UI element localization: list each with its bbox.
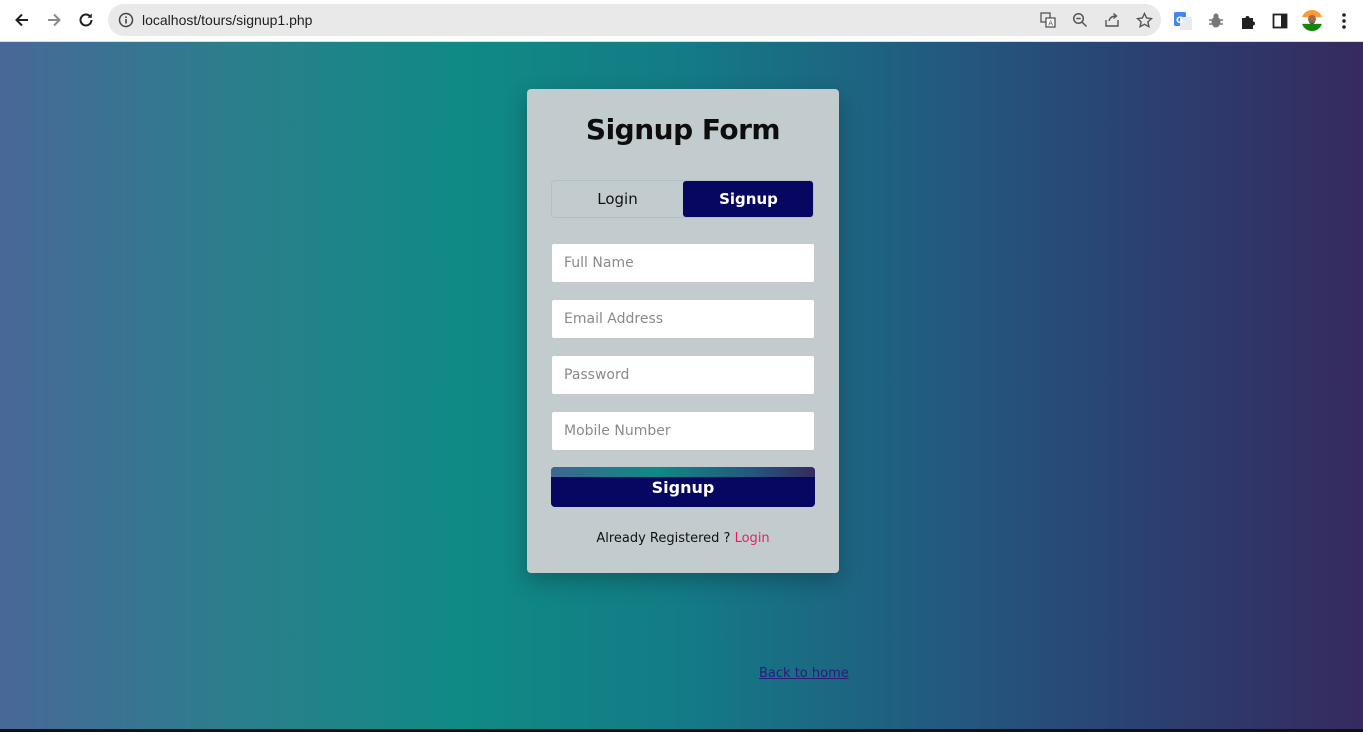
back-icon (15, 13, 28, 27)
extensions-icon[interactable] (1237, 10, 1259, 32)
share-icon[interactable] (1102, 10, 1122, 30)
bug-icon[interactable] (1205, 10, 1227, 32)
svg-text:G: G (1176, 16, 1183, 26)
svg-text:A: A (1048, 20, 1053, 28)
star-icon[interactable] (1134, 10, 1154, 30)
email-input[interactable] (551, 299, 815, 339)
form-title: Signup Form (585, 113, 781, 146)
side-panel-icon[interactable] (1269, 10, 1291, 32)
full-name-input[interactable] (551, 243, 815, 283)
back-to-home-link[interactable]: Back to home (759, 666, 849, 681)
signup-submit-button[interactable]: Signup (551, 467, 815, 507)
login-signup-toggle: Login Signup (551, 180, 814, 218)
url-text: localhost/tours/signup1.php (142, 12, 313, 28)
login-link[interactable]: Login (735, 531, 770, 546)
mobile-input[interactable] (551, 411, 815, 451)
forward-button[interactable] (39, 5, 69, 35)
avatar[interactable] (1301, 9, 1323, 31)
reload-icon (79, 13, 93, 27)
address-bar[interactable]: localhost/tours/signup1.php A (108, 4, 1161, 36)
tab-login[interactable]: Login (552, 181, 683, 217)
reload-button[interactable] (71, 5, 101, 35)
tab-signup[interactable]: Signup (683, 181, 813, 217)
translate-icon[interactable]: A (1038, 10, 1058, 30)
password-input[interactable] (551, 355, 815, 395)
already-registered-text: Already Registered ? (596, 531, 731, 546)
info-icon[interactable] (118, 12, 134, 28)
back-button[interactable] (7, 5, 37, 35)
signup-card: Signup Form Login Signup Signup Already … (527, 89, 839, 573)
signup-submit-label: Signup (651, 478, 715, 497)
page-background: Signup Form Login Signup Signup Already … (0, 42, 1363, 729)
google-translate-icon[interactable]: G (1172, 10, 1194, 32)
browser-toolbar: localhost/tours/signup1.php A G (0, 0, 1363, 42)
already-registered: Already Registered ? Login (527, 531, 839, 546)
menu-icon[interactable] (1333, 10, 1355, 32)
zoom-icon[interactable] (1070, 10, 1090, 30)
forward-icon (48, 13, 61, 27)
